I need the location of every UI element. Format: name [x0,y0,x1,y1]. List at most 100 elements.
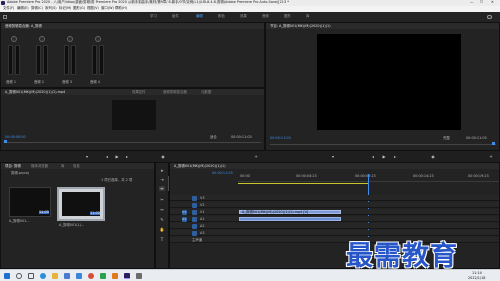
pan-knob[interactable] [39,36,45,42]
workspace-color[interactable]: 颜色 [218,14,225,18]
hand-tool-icon[interactable]: ✋ [159,227,165,232]
tab-sequence[interactable]: A_剪辑001(MK)(M)(2020)(1)(1) [174,164,226,168]
menu-view[interactable]: 视图(V) [87,6,99,10]
menu-help[interactable]: 帮助(H) [115,6,127,10]
program-quality[interactable]: 完整 [443,136,450,140]
menu-window[interactable]: 窗口(W) [101,6,114,10]
items-selected-count: 1 项已选择，共 2 项 [101,178,133,182]
step-back-button[interactable]: ◂ [104,154,110,159]
workspace-learn[interactable]: 学习 [150,14,157,18]
track-select-tool-icon[interactable]: ⇥ [159,177,165,182]
add-button[interactable]: + [253,154,259,159]
timeline-timecode[interactable]: 00:00:11:03 [212,171,233,175]
source-patch-v1[interactable]: V1 [182,210,187,215]
play-button[interactable]: ▶ [381,154,387,159]
tab-media-browser[interactable]: 媒体浏览器 [31,164,48,168]
volume-fader[interactable] [15,45,20,75]
pan-knob[interactable] [95,36,101,42]
play-button[interactable]: ▶ [114,154,120,159]
app-icon[interactable] [136,272,142,279]
app-icon[interactable] [100,272,106,279]
app-icon[interactable] [112,272,118,279]
tab-libraries[interactable]: 库 [61,164,64,168]
search-icon[interactable] [16,272,22,279]
menu-file[interactable]: 文件(F) [3,6,14,10]
tab-metadata[interactable]: 元数据 [201,90,211,94]
volume-fader[interactable] [99,45,104,75]
workspace-editing[interactable]: 编辑 [196,14,203,18]
workspace-effects[interactable]: 效果 [240,14,247,18]
add-button[interactable]: + [488,154,494,159]
pan-knob[interactable] [11,36,17,42]
audio-clip[interactable] [239,216,341,221]
source-timecode-in[interactable]: 00:00:00:00 [5,135,26,139]
source-monitor-panel: A_剪辑001(MK)(M)(2020)(1)(1).mp4 效果控件 音频剪辑… [0,88,265,151]
workspace-libraries[interactable]: 库 [306,14,309,18]
playhead-icon[interactable] [4,140,7,143]
volume-fader[interactable] [71,45,76,75]
tab-audio-mixer[interactable]: 音频剪辑混合器 [163,90,187,94]
source-zoom[interactable]: 适合 [210,135,217,139]
program-timecode[interactable]: 00:00:11:03 [270,136,291,140]
track-target-toggle[interactable] [192,196,197,201]
menu-graphics[interactable]: 图形(G) [73,6,85,10]
track-target-toggle[interactable] [192,203,197,208]
tab-program[interactable]: 节目: A_剪辑001(MK)(M)(2020)(1)(1) [270,24,331,28]
minimize-button[interactable]: — [470,0,473,4]
step-forward-button[interactable]: ▸ [124,154,130,159]
slip-tool-icon[interactable]: ↔ [159,207,165,212]
program-scrubber[interactable] [270,144,496,145]
clip-thumbnail[interactable]: 11:03 [9,187,51,217]
task-view-icon[interactable] [28,272,34,279]
tab-project[interactable]: 项目: 剪辑 [5,164,21,168]
clock-date[interactable]: 2022/1/18 [468,276,485,280]
razor-tool-icon[interactable]: ✂ [159,197,165,202]
premiere-pro-icon[interactable] [124,272,130,279]
tab-effect-controls[interactable]: 效果控件 [132,90,146,94]
search-icon[interactable] [487,14,492,19]
video-clip[interactable]: A_剪辑001(MK)(M)(2020)(1)(1).mp4 [V] [239,209,341,214]
track-target-toggle[interactable] [192,210,197,215]
step-back-button[interactable]: ◂ [370,154,376,159]
edge-icon[interactable] [40,272,46,279]
playhead-icon[interactable] [492,142,495,145]
file-explorer-icon[interactable] [52,272,58,279]
menu-clip[interactable]: 剪辑(C) [31,6,43,10]
workspace-graphics[interactable]: 图形 [284,14,291,18]
work-area-bar[interactable] [238,183,368,184]
source-patch-a1[interactable]: A1 [182,217,187,222]
step-forward-button[interactable]: ▸ [392,154,398,159]
close-button[interactable]: ✕ [491,0,494,4]
pen-tool-icon[interactable]: ✎ [159,217,165,222]
export-frame-button[interactable]: ◉ [430,154,436,159]
marker-button[interactable]: ▾ [84,154,90,159]
marker-button[interactable]: ▾ [330,154,336,159]
selection-tool-icon[interactable]: ➤ [159,168,165,173]
workspace-audio[interactable]: 音频 [262,14,269,18]
chrome-icon[interactable] [88,272,94,279]
pan-knob[interactable] [67,36,73,42]
store-icon[interactable] [64,272,70,279]
volume-fader[interactable] [43,45,48,75]
track-target-toggle[interactable] [192,217,197,222]
menu-marker[interactable]: 标记(M) [59,6,71,10]
maximize-button[interactable]: ☐ [480,0,483,4]
export-frame-button[interactable]: ◉ [160,154,166,159]
type-tool-icon[interactable]: T [159,237,165,242]
start-icon[interactable] [4,272,10,279]
clock-time[interactable]: 11:14 [472,271,482,275]
tab-info[interactable]: 信息 [73,164,80,168]
tab-source[interactable]: A_剪辑001(MK)(M)(2020)(1)(1).mp4 [5,90,65,94]
menu-edit[interactable]: 编辑(E) [17,6,29,10]
clip-thumbnail[interactable]: 11:03 [57,187,105,221]
home-icon[interactable] [3,15,7,19]
tab-audio-clip-mixer[interactable]: 音频剪辑混合器: A_剪辑 [5,24,42,28]
mail-icon[interactable] [76,272,82,279]
ripple-edit-tool-icon[interactable]: ⇹ [159,186,165,191]
workspace-assembly[interactable]: 组件 [172,14,179,18]
track-target-toggle[interactable] [192,231,197,236]
source-scrubber[interactable] [5,142,261,143]
clip-duration: 11:03 [39,210,49,215]
track-target-toggle[interactable] [192,224,197,229]
menu-sequence[interactable]: 序列(S) [45,6,57,10]
